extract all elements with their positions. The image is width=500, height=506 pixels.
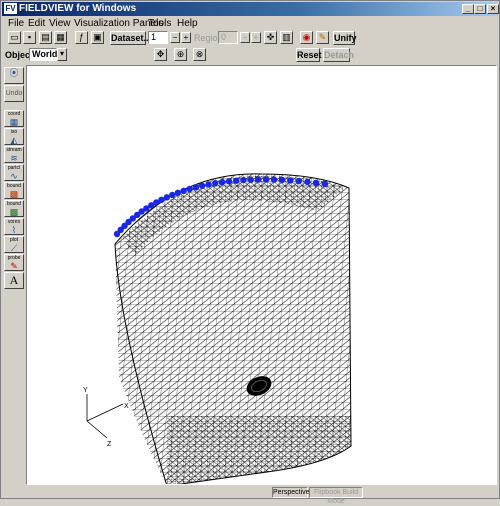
dataset-button[interactable]: Dataset...: [110, 31, 151, 45]
boundary-node: [180, 187, 187, 194]
pick-tool-icon[interactable]: ⦿: [4, 67, 24, 84]
maximize-button[interactable]: □: [474, 4, 486, 14]
boundary-node: [255, 176, 262, 183]
boundary-node: [169, 191, 176, 199]
boundary-node: [295, 177, 302, 185]
boundary-surface-icon[interactable]: bound ▩: [4, 182, 24, 199]
fieldview-app-icon: FV: [4, 3, 17, 14]
axis-label-y: Y: [83, 387, 88, 394]
new-file-icon[interactable]: ▭: [8, 31, 21, 44]
reset-button[interactable]: Reset: [296, 48, 322, 62]
boundary-node: [225, 178, 233, 185]
dataset-decrement-icon[interactable]: −: [170, 32, 180, 43]
axis-label-z: Z: [107, 441, 112, 448]
region-decrement-icon[interactable]: −: [240, 32, 250, 43]
vortex-core-icon[interactable]: vorex ⌇: [4, 218, 24, 235]
boundary-node: [240, 176, 247, 184]
menu-file[interactable]: File: [8, 17, 24, 30]
boundary-node: [304, 178, 311, 186]
save-icon[interactable]: ▪: [23, 31, 36, 44]
boundary-node: [205, 181, 212, 188]
coord-surface-icon[interactable]: coord ▦: [4, 110, 24, 127]
menu-help[interactable]: Help: [177, 17, 198, 30]
boundary-node: [212, 180, 219, 187]
boundary-node: [279, 176, 286, 184]
detach-button[interactable]: Detach: [323, 48, 354, 62]
rotate-icon[interactable]: ⊕: [174, 48, 187, 61]
probe-icon[interactable]: probe ✎: [4, 254, 24, 271]
boundary-node: [287, 177, 294, 184]
perspective-indicator[interactable]: Perspective: [272, 487, 310, 498]
axis-triad: [86, 394, 124, 439]
transform-icon[interactable]: ✜: [264, 31, 277, 44]
region-number-field[interactable]: 0: [218, 31, 238, 44]
title-bar[interactable]: FV FIELDVIEW for Windows _ □ ×: [2, 2, 499, 16]
boundary-node: [270, 176, 278, 183]
boundary-node: [321, 180, 329, 188]
minimize-button[interactable]: _: [462, 4, 474, 14]
streamline-icon[interactable]: stream ≋: [4, 146, 24, 163]
undo-button[interactable]: Undo: [4, 85, 24, 102]
boundary-node: [263, 176, 270, 183]
plot-icon[interactable]: plot ⟋: [4, 236, 24, 253]
close-button[interactable]: ×: [487, 4, 499, 14]
region-increment-icon[interactable]: +: [251, 32, 261, 43]
colorbar-icon[interactable]: ▥: [280, 31, 293, 44]
particle-path-icon[interactable]: partcl ∿: [4, 164, 24, 181]
flipbook-mode-indicator: Flipbook Build Mode: [309, 487, 363, 505]
boundary-node: [192, 184, 200, 191]
boundary-node: [186, 185, 193, 193]
chevron-down-icon[interactable]: ▾: [57, 48, 67, 61]
dataset-number-field[interactable]: 1: [148, 31, 168, 44]
tool-sidebar: ⦿ Undo coord ▦ iso ◭ stream ≋ partcl ∿ bound…: [4, 65, 24, 485]
menu-edit[interactable]: Edit: [28, 17, 45, 30]
screen-icon[interactable]: ▣: [91, 31, 104, 44]
iso-surface-icon[interactable]: iso ◭: [4, 128, 24, 145]
boundary-node: [312, 179, 320, 187]
object-toolbar: Object: World ▾ ✥ ⊕ ⊗ Reset Detach: [2, 47, 498, 63]
boundary-surface-2-icon[interactable]: bound ▩: [4, 200, 24, 217]
text-annotation-icon[interactable]: A: [4, 272, 24, 289]
boundary-node: [174, 189, 182, 196]
boundary-node: [163, 194, 170, 201]
status-bar: Perspective Flipbook Build Mode: [2, 487, 498, 505]
boundary-node: [232, 177, 240, 184]
wrench-icon[interactable]: ✎: [316, 31, 329, 44]
boundary-node: [218, 179, 226, 186]
menu-bar: File Edit View Visualization Panels Tool…: [2, 16, 498, 31]
unify-button[interactable]: Unify: [333, 31, 357, 45]
menu-view[interactable]: View: [49, 17, 71, 30]
menu-tools[interactable]: Tools: [148, 17, 171, 30]
boundary-node: [247, 176, 254, 183]
main-toolbar: ▭ ▪ ▤ ▦ ƒ ▣ Dataset... 1 − + Region: 0 −…: [2, 31, 498, 47]
copy-icon[interactable]: ▦: [54, 31, 67, 44]
object-select[interactable]: World: [29, 48, 57, 61]
boundary-node: [199, 182, 206, 189]
zoom-icon[interactable]: ⊗: [193, 48, 206, 61]
dataset-increment-icon[interactable]: +: [181, 32, 191, 43]
print-icon[interactable]: ▤: [39, 31, 52, 44]
axis-label-x: X: [124, 403, 129, 410]
graphics-viewport[interactable]: Y X Z: [26, 65, 497, 485]
palette-icon[interactable]: ◉: [300, 31, 313, 44]
application-window: FV FIELDVIEW for Windows _ □ × File Edit…: [0, 0, 500, 505]
window-title: FIELDVIEW for Windows: [19, 3, 137, 14]
script-icon[interactable]: ƒ: [75, 31, 88, 44]
mesh-render: Y X Z: [83, 173, 352, 484]
translate-icon[interactable]: ✥: [154, 48, 167, 61]
